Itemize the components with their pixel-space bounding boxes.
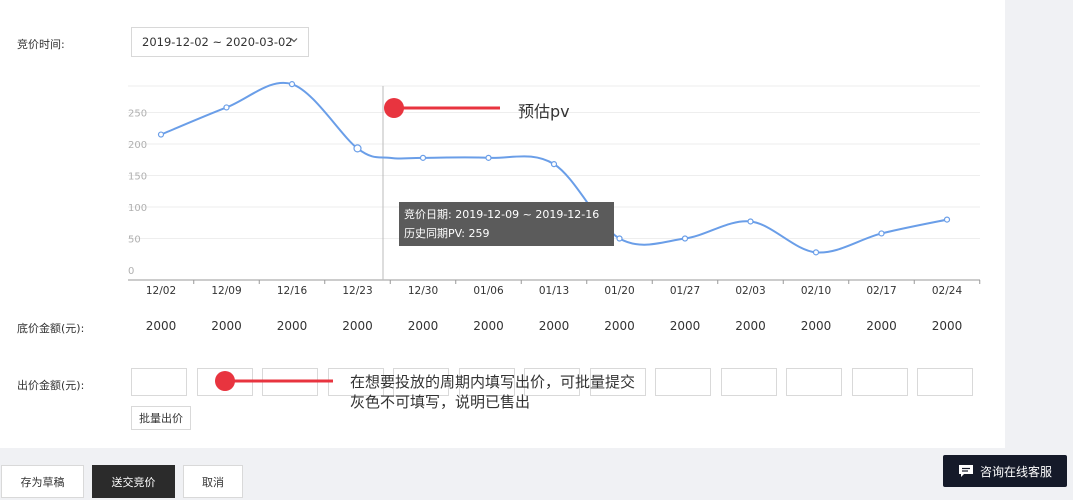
floor-price-value: 2000 bbox=[735, 319, 766, 333]
bid-input[interactable] bbox=[131, 368, 187, 396]
floor-price-value: 2000 bbox=[473, 319, 504, 333]
x-tick-label: 02/10 bbox=[801, 285, 831, 297]
y-tick-label: 150 bbox=[128, 172, 147, 183]
chat-icon bbox=[958, 465, 973, 477]
x-axis-ticks: 12/02 12/09 12/16 12/23 12/30 01/06 01/13 01/20… bbox=[146, 280, 981, 297]
x-tick-label: 01/06 bbox=[473, 285, 504, 297]
data-point bbox=[681, 235, 689, 242]
y-axis-ticks: 0 50 100 150 200 250 bbox=[128, 109, 147, 278]
bid-input[interactable] bbox=[655, 368, 711, 396]
cancel-button[interactable]: 取消 bbox=[183, 465, 243, 498]
data-point bbox=[353, 144, 362, 153]
annotation-bid-line1: 在想要投放的周期内填写出价，可批量提交 bbox=[350, 373, 636, 391]
floor-price-value: 2000 bbox=[669, 319, 701, 333]
floor-price-value: 2000 bbox=[604, 319, 635, 333]
data-point bbox=[878, 230, 885, 237]
submit-bid-button[interactable]: 送交竞价 bbox=[92, 465, 175, 498]
data-point bbox=[747, 218, 754, 225]
floor-price-value: 2000 bbox=[211, 319, 242, 333]
x-tick-label: 01/20 bbox=[604, 285, 634, 297]
chart-tooltip: 竞价日期: 2019-12-09 ~ 2019-12-16 历史同期PV: 25… bbox=[399, 202, 614, 246]
batch-bid-button[interactable]: 批量出价 bbox=[131, 406, 191, 430]
annotation-pv-text: 预估pv bbox=[518, 102, 570, 121]
bid-input[interactable] bbox=[851, 368, 908, 396]
x-tick-label: 12/09 bbox=[211, 285, 241, 297]
annotation-marker-bid bbox=[215, 371, 333, 391]
customer-service-label: 咨询在线客服 bbox=[979, 464, 1052, 479]
save-draft-button[interactable]: 存为草稿 bbox=[1, 465, 84, 498]
x-tick-label: 12/02 bbox=[146, 285, 176, 297]
x-tick-label: 01/13 bbox=[539, 285, 569, 297]
y-tick-label: 50 bbox=[128, 235, 141, 246]
x-tick-label: 02/03 bbox=[735, 285, 765, 297]
floor-price-value: 2000 bbox=[407, 319, 439, 333]
floor-price-value: 2000 bbox=[538, 319, 570, 333]
y-tick-label: 100 bbox=[128, 203, 147, 214]
data-point bbox=[616, 235, 623, 242]
customer-service-button[interactable]: 咨询在线客服 bbox=[943, 455, 1067, 487]
bid-input[interactable] bbox=[786, 368, 842, 396]
bid-price-label: 出价金额(元): bbox=[17, 379, 85, 392]
data-point bbox=[550, 161, 558, 168]
data-point bbox=[157, 131, 165, 138]
x-tick-label: 12/23 bbox=[342, 285, 372, 297]
y-tick-label: 0 bbox=[128, 266, 134, 277]
data-point bbox=[223, 104, 230, 111]
floor-price-value: 2000 bbox=[342, 319, 373, 333]
floor-price-value: 2000 bbox=[145, 319, 177, 333]
tooltip-date: 竞价日期: 2019-12-09 ~ 2019-12-16 bbox=[404, 208, 600, 221]
data-point bbox=[812, 249, 820, 256]
x-tick-label: 01/27 bbox=[670, 285, 700, 297]
data-point bbox=[288, 81, 296, 88]
data-point bbox=[485, 154, 492, 161]
x-tick-label: 12/16 bbox=[277, 285, 308, 297]
floor-price-value: 2000 bbox=[866, 319, 897, 333]
bid-input[interactable] bbox=[917, 368, 973, 396]
floor-price-label: 底价金额(元): bbox=[17, 322, 85, 335]
floor-price-value: 2000 bbox=[276, 319, 308, 333]
x-tick-label: 02/24 bbox=[932, 285, 963, 297]
data-point bbox=[943, 216, 951, 223]
annotation-bid-line2: 灰色不可填写，说明已售出 bbox=[350, 393, 531, 411]
data-point bbox=[419, 154, 427, 161]
pv-chart: 0 50 100 150 200 250 12/02 12/09 12/16 12/23 12/3… bbox=[128, 81, 981, 297]
floor-price-value: 2000 bbox=[931, 319, 963, 333]
annotation-bid-text: 在想要投放的周期内填写出价，可批量提交 灰色不可填写，说明已售出 bbox=[350, 372, 635, 412]
x-tick-label: 12/30 bbox=[408, 285, 438, 297]
floor-price-value: 2000 bbox=[800, 319, 832, 333]
annotation-marker-pv bbox=[384, 98, 500, 118]
y-tick-label: 200 bbox=[128, 140, 147, 151]
y-tick-label: 250 bbox=[128, 109, 147, 120]
bid-input[interactable] bbox=[720, 368, 777, 396]
tooltip-pv: 历史同期PV: 259 bbox=[404, 227, 490, 240]
x-tick-label: 02/17 bbox=[866, 285, 896, 297]
